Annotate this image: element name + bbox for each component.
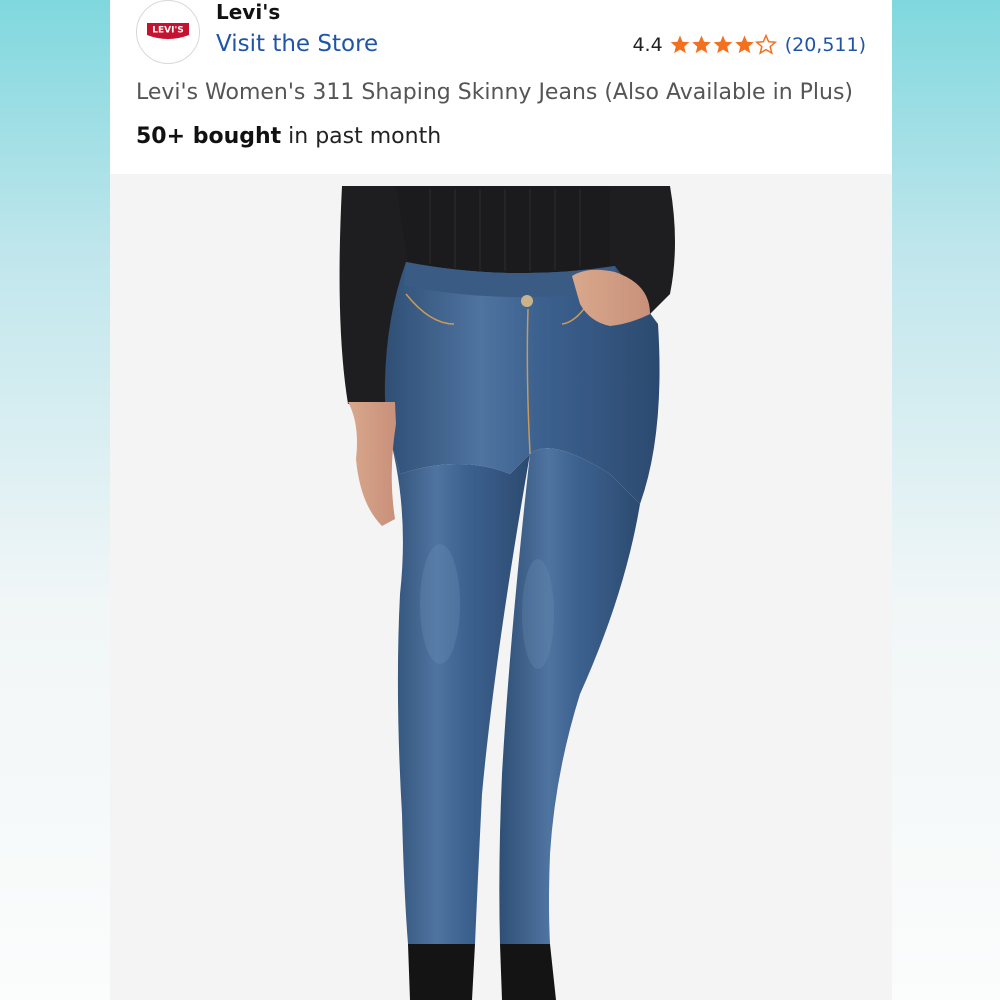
brand-name: Levi's xyxy=(216,0,281,24)
brand-logo[interactable]: LEVI'S xyxy=(136,0,200,64)
review-count-link[interactable]: (20,511) xyxy=(785,34,866,56)
star-full-icon xyxy=(691,35,711,54)
jeans-photo-icon xyxy=(339,186,675,1000)
logo-text: LEVI'S xyxy=(152,26,183,36)
levis-logo-icon: LEVI'S xyxy=(147,23,189,39)
star-rating xyxy=(669,34,777,56)
star-icons xyxy=(670,34,776,54)
rating-summary[interactable]: 4.4 (20,511) xyxy=(632,34,866,56)
star-full-icon xyxy=(734,35,754,54)
star-full-icon xyxy=(713,35,732,54)
purchase-count-suffix: in past month xyxy=(281,124,442,149)
product-header: LEVI'S Levi's Visit the Store 4.4 (20,51… xyxy=(110,0,892,174)
purchase-count-bold: 50+ bought xyxy=(136,124,282,149)
product-image[interactable] xyxy=(110,174,892,1000)
purchase-count: 50+ bought in past month xyxy=(136,124,441,149)
star-partial-icon xyxy=(755,34,776,54)
star-full-icon xyxy=(670,35,689,54)
rating-value: 4.4 xyxy=(632,34,663,56)
visit-store-link[interactable]: Visit the Store xyxy=(216,31,378,57)
product-title[interactable]: Levi's Women's 311 Shaping Skinny Jeans … xyxy=(136,80,853,105)
product-card: LEVI'S Levi's Visit the Store 4.4 (20,51… xyxy=(110,0,892,1000)
